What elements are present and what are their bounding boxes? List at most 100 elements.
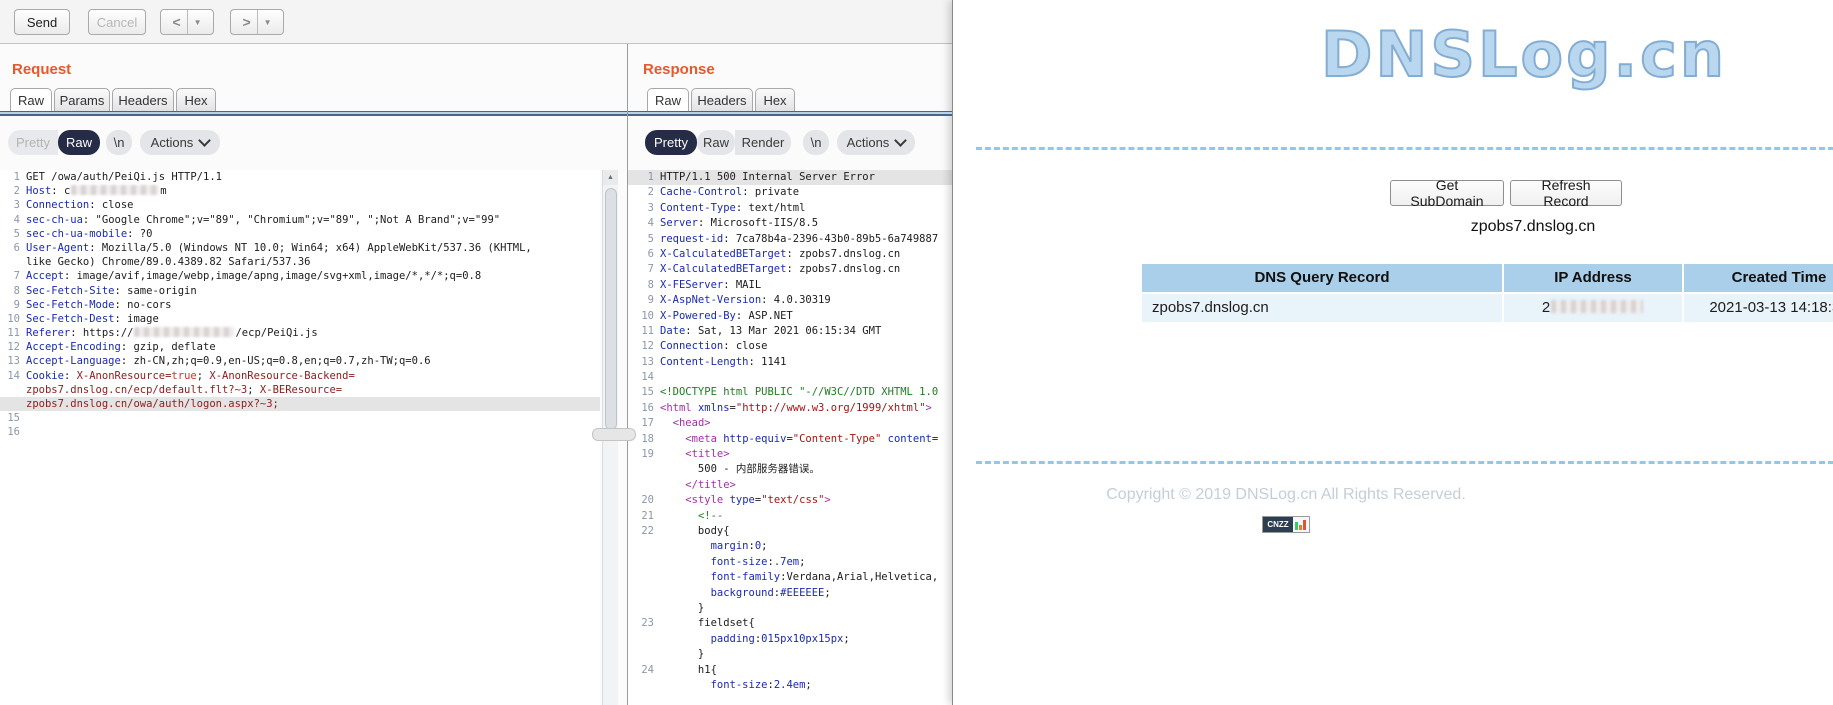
request-panel: Request Raw Params Headers Hex Pretty Ra… (0, 44, 627, 705)
table-header-ip: IP Address (1504, 264, 1682, 292)
get-subdomain-button[interactable]: Get SubDomain (1390, 180, 1504, 206)
code-line: 7X-CalculatedBETarget: zpobs7.dnslog.cn (628, 262, 952, 277)
splitter-grip[interactable] (592, 428, 636, 441)
chevron-down-icon[interactable]: ▼ (194, 18, 202, 27)
code-line: 8X-FEServer: MAIL (628, 278, 952, 293)
code-line: 7Accept: image/avif,image/webp,image/apn… (0, 269, 600, 283)
line-content: Date: Sat, 13 Mar 2021 06:15:34 GMT (660, 324, 881, 339)
code-line: 13Accept-Language: zh-CN,zh;q=0.9,en-US;… (0, 354, 600, 368)
raw-button[interactable]: Raw (697, 130, 735, 155)
line-content: <head> (660, 416, 711, 431)
tab-response-headers[interactable]: Headers (691, 88, 753, 111)
cnzz-label: CNZZ (1263, 517, 1292, 532)
line-content: request-id: 7ca78b4a-2396-43b0-89b5-6a74… (660, 232, 938, 247)
raw-button[interactable]: Raw (58, 130, 100, 155)
cancel-button[interactable]: Cancel (88, 9, 146, 35)
line-content: Connection: close (660, 339, 767, 354)
line-number: 8 (0, 284, 26, 298)
tab-response-hex[interactable]: Hex (755, 88, 795, 111)
chevron-down-icon (198, 134, 211, 147)
line-number: 24 (628, 663, 660, 678)
line-content: 500 - 内部服务器错误。 (660, 462, 820, 477)
tab-request-raw[interactable]: Raw (10, 88, 52, 111)
copyright-text: Copyright © 2019 DNSLog.cn All Rights Re… (953, 486, 1619, 504)
code-line: 15<!DOCTYPE html PUBLIC "-//W3C//DTD XHT… (628, 385, 952, 400)
line-content: HTTP/1.1 500 Internal Server Error (660, 170, 875, 185)
code-line: 11Date: Sat, 13 Mar 2021 06:15:34 GMT (628, 324, 952, 339)
line-number: 7 (628, 262, 660, 277)
code-line: font-family:Verdana,Arial,Helvetica, (628, 570, 952, 585)
chevron-down-icon[interactable]: ▼ (264, 18, 272, 27)
code-line: 1HTTP/1.1 500 Internal Server Error (628, 170, 952, 185)
code-line: 12Connection: close (628, 339, 952, 354)
forward-icon: > (242, 14, 250, 30)
code-line: 18 <meta http-equiv="Content-Type" conte… (628, 432, 952, 447)
line-number: 6 (0, 241, 26, 255)
line-number: 15 (0, 411, 26, 425)
scrollbar-thumb[interactable] (605, 188, 617, 430)
tab-request-headers[interactable]: Headers (112, 88, 174, 111)
send-button[interactable]: Send (14, 9, 70, 35)
button-divider (187, 10, 188, 34)
code-line: 10Sec-Fetch-Dest: image (0, 312, 600, 326)
line-content: X-AspNet-Version: 4.0.30319 (660, 293, 831, 308)
line-content: <!-- (660, 509, 723, 524)
actions-button[interactable]: Actions (837, 130, 915, 155)
linebreak-toggle-button[interactable]: \n (803, 130, 829, 155)
table-cell-created-time: 2021-03-13 14:18:30 (1684, 294, 1833, 322)
request-editor[interactable]: 1GET /owa/auth/PeiQi.js HTTP/1.12Host: c… (0, 170, 600, 705)
cnzz-badge-row: CNZZ (953, 516, 1619, 533)
code-line: 11Referer: https:///ecp/PeiQi.js (0, 326, 600, 340)
code-line: 20 <style type="text/css"> (628, 493, 952, 508)
tab-response-raw[interactable]: Raw (647, 88, 689, 111)
line-number: 10 (628, 309, 660, 324)
line-number: 2 (0, 184, 26, 198)
line-content: Content-Length: 1141 (660, 355, 786, 370)
cnzz-chart-icon (1293, 517, 1309, 532)
line-number: 5 (0, 227, 26, 241)
code-line: 8Sec-Fetch-Site: same-origin (0, 284, 600, 298)
line-number: 8 (628, 278, 660, 293)
line-number: 1 (0, 170, 26, 184)
code-line: 5request-id: 7ca78b4a-2396-43b0-89b5-6a7… (628, 232, 952, 247)
code-line: 15 (0, 411, 600, 425)
line-number: 10 (0, 312, 26, 326)
line-number: 6 (628, 247, 660, 262)
code-line: margin:0; (628, 539, 952, 554)
line-content: <html xmlns="http://www.w3.org/1999/xhtm… (660, 401, 932, 416)
line-content: Sec-Fetch-Dest: image (26, 312, 159, 326)
render-button[interactable]: Render (735, 130, 791, 155)
line-number: 1 (628, 170, 660, 185)
refresh-record-button[interactable]: Refresh Record (1510, 180, 1622, 206)
code-line: 3Connection: close (0, 198, 600, 212)
code-line: zpobs7.dnslog.cn/ecp/default.flt?~3; X-B… (0, 383, 600, 397)
cnzz-badge[interactable]: CNZZ (1262, 516, 1309, 533)
forward-button[interactable]: > ▼ (230, 9, 284, 35)
code-line: 2Host: cm (0, 184, 600, 198)
scroll-up-icon[interactable]: ▲ (603, 170, 618, 185)
code-line: 6User-Agent: Mozilla/5.0 (Windows NT 10.… (0, 241, 600, 255)
line-number: 4 (628, 216, 660, 231)
line-content: GET /owa/auth/PeiQi.js HTTP/1.1 (26, 170, 222, 184)
line-content: sec-ch-ua-mobile: ?0 (26, 227, 152, 241)
line-content: sec-ch-ua: "Google Chrome";v="89", "Chro… (26, 213, 500, 227)
response-panel: Response Raw Headers Hex Pretty Raw Rend… (628, 44, 952, 705)
tab-request-params[interactable]: Params (54, 88, 110, 111)
code-line: padding:015px10px15px; (628, 632, 952, 647)
tab-request-hex[interactable]: Hex (176, 88, 216, 111)
code-line: </title> (628, 478, 952, 493)
line-number: 19 (628, 447, 660, 462)
pretty-button[interactable]: Pretty (645, 130, 697, 155)
back-button[interactable]: < ▼ (160, 9, 214, 35)
pretty-button[interactable]: Pretty (8, 130, 58, 155)
dns-query-table: DNS Query RecordIP AddressCreated Timezp… (1142, 264, 1833, 322)
linebreak-toggle-button[interactable]: \n (106, 130, 132, 155)
code-line: 24 h1{ (628, 663, 952, 678)
tab-underline (0, 111, 627, 116)
line-number: 12 (0, 340, 26, 354)
dnslog-browser-window: DNSLog.cn Get SubDomain Refresh Record z… (952, 0, 1833, 705)
actions-button[interactable]: Actions (140, 130, 220, 155)
line-content: <meta http-equiv="Content-Type" content= (660, 432, 938, 447)
response-editor[interactable]: 1HTTP/1.1 500 Internal Server Error2Cach… (628, 170, 952, 705)
current-subdomain: zpobs7.dnslog.cn (1433, 218, 1633, 236)
